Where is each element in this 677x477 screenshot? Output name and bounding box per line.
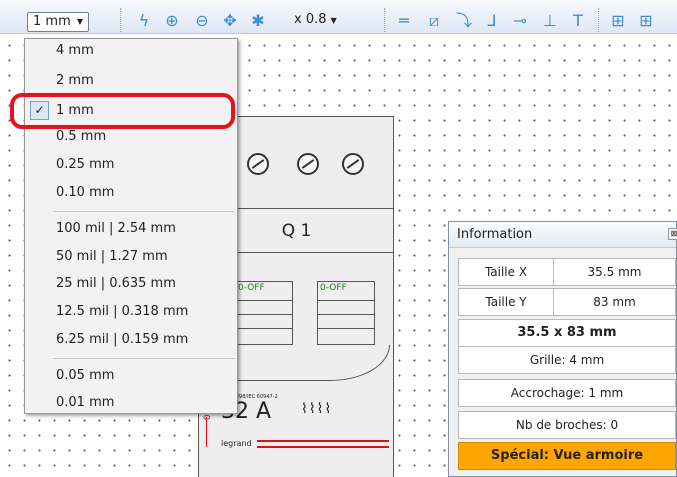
info-special: Spécial: Vue armoire (458, 442, 676, 470)
screw-icon (342, 153, 364, 175)
menu-item-6-25mil[interactable]: 6.25 mil | 0.159 mm (25, 328, 237, 352)
menu-item-0-25mm[interactable]: 0.25 mm (25, 153, 237, 177)
text-icon[interactable]: T (568, 11, 588, 31)
info-row-size-x: Taille X 35.5 mm (458, 258, 676, 286)
menu-separator (53, 211, 235, 212)
info-row-size-y: Taille Y 83 mm (458, 288, 676, 316)
zoom-in-icon[interactable]: ⊕ (162, 11, 182, 31)
label-plus-icon[interactable]: ⊞ (636, 11, 656, 31)
info-pins: Nb de broches: 0 (458, 411, 676, 439)
size-y-value: 83 mm (593, 295, 636, 309)
close-icon[interactable]: ⊠ (668, 228, 677, 240)
menu-item-0-01mm[interactable]: 0.01 mm (25, 391, 237, 415)
information-panel: Information ⊠ Taille X 35.5 mm Taille Y … (448, 221, 677, 477)
menu-item-25mil[interactable]: 25 mil | 0.635 mm (25, 272, 237, 296)
lightning-icon[interactable]: ϟ (134, 11, 154, 31)
breaker-handle (235, 345, 390, 381)
toolbar-separator (598, 8, 599, 32)
menu-item-2mm[interactable]: 2 mm (25, 69, 237, 93)
info-panel-title: Information (449, 222, 676, 248)
red-marker (199, 417, 207, 447)
size-y-label: Taille Y (459, 289, 554, 315)
chevron-down-icon: ▼ (330, 16, 337, 25)
fit-view-icon[interactable]: ✱ (248, 11, 268, 31)
toolbar-separator (384, 8, 385, 32)
red-stripe (257, 440, 389, 442)
line-icon[interactable]: ═ (394, 11, 414, 31)
menu-separator (53, 358, 235, 359)
corner-icon[interactable]: ⅃ (482, 11, 502, 31)
zoom-factor-dropdown[interactable]: x 0.8 ▼ (294, 12, 337, 27)
move-icon[interactable]: ✥ (220, 11, 240, 31)
selection-highlight-annotation (10, 93, 235, 129)
switch-right: 0-OFF (317, 281, 375, 345)
trip-curve-symbol: ⌇⌇⌇⌇ (301, 401, 333, 417)
grid-size-dropdown[interactable]: 1 mm ▼ (27, 12, 89, 32)
label-icon[interactable]: ⊞ (608, 11, 628, 31)
brand-label: legrand (221, 439, 252, 448)
menu-item-50mil[interactable]: 50 mil | 1.27 mm (25, 245, 237, 269)
info-dimensions: 35.5 x 83 mm (458, 319, 676, 347)
arc-icon[interactable]: ⤵ (454, 11, 474, 31)
red-stripe (257, 446, 389, 448)
connector-icon[interactable]: ⊸ (510, 11, 530, 31)
menu-item-4mm[interactable]: 4 mm (25, 39, 237, 63)
screw-icon (247, 153, 269, 175)
menu-item-100mil[interactable]: 100 mil | 2.54 mm (25, 217, 237, 241)
switch-label: 0-OFF (238, 283, 265, 293)
screw-icon (297, 153, 319, 175)
grid-size-value: 1 mm (33, 14, 71, 29)
zoom-out-icon[interactable]: ⊖ (192, 11, 212, 31)
menu-item-0-05mm[interactable]: 0.05 mm (25, 364, 237, 388)
pin-icon[interactable]: ⊥ (540, 11, 560, 31)
info-grid: Grille: 4 mm (458, 346, 676, 374)
slant-line-icon[interactable]: ⧄ (424, 11, 444, 31)
size-x-label: Taille X (459, 259, 554, 285)
toolbar: 1 mm ▼ ϟ ⊕ ⊖ ✥ ✱ x 0.8 ▼ ═ ⧄ ⤵ ⅃ ⊸ ⊥ T ⊞… (0, 0, 677, 34)
menu-item-12-5mil[interactable]: 12.5 mil | 0.318 mm (25, 300, 237, 324)
zoom-factor-value: x 0.8 (294, 12, 327, 27)
info-title-text: Information (457, 227, 533, 242)
toolbar-separator (120, 8, 121, 32)
chevron-down-icon: ▼ (76, 17, 83, 26)
switch-label: 0-OFF (320, 283, 347, 293)
size-x-value: 35.5 mm (587, 265, 642, 279)
info-snap: Accrochage: 1 mm (458, 379, 676, 407)
switch-left: 0-OFF (235, 281, 293, 345)
menu-item-0-10mm[interactable]: 0.10 mm (25, 181, 237, 205)
